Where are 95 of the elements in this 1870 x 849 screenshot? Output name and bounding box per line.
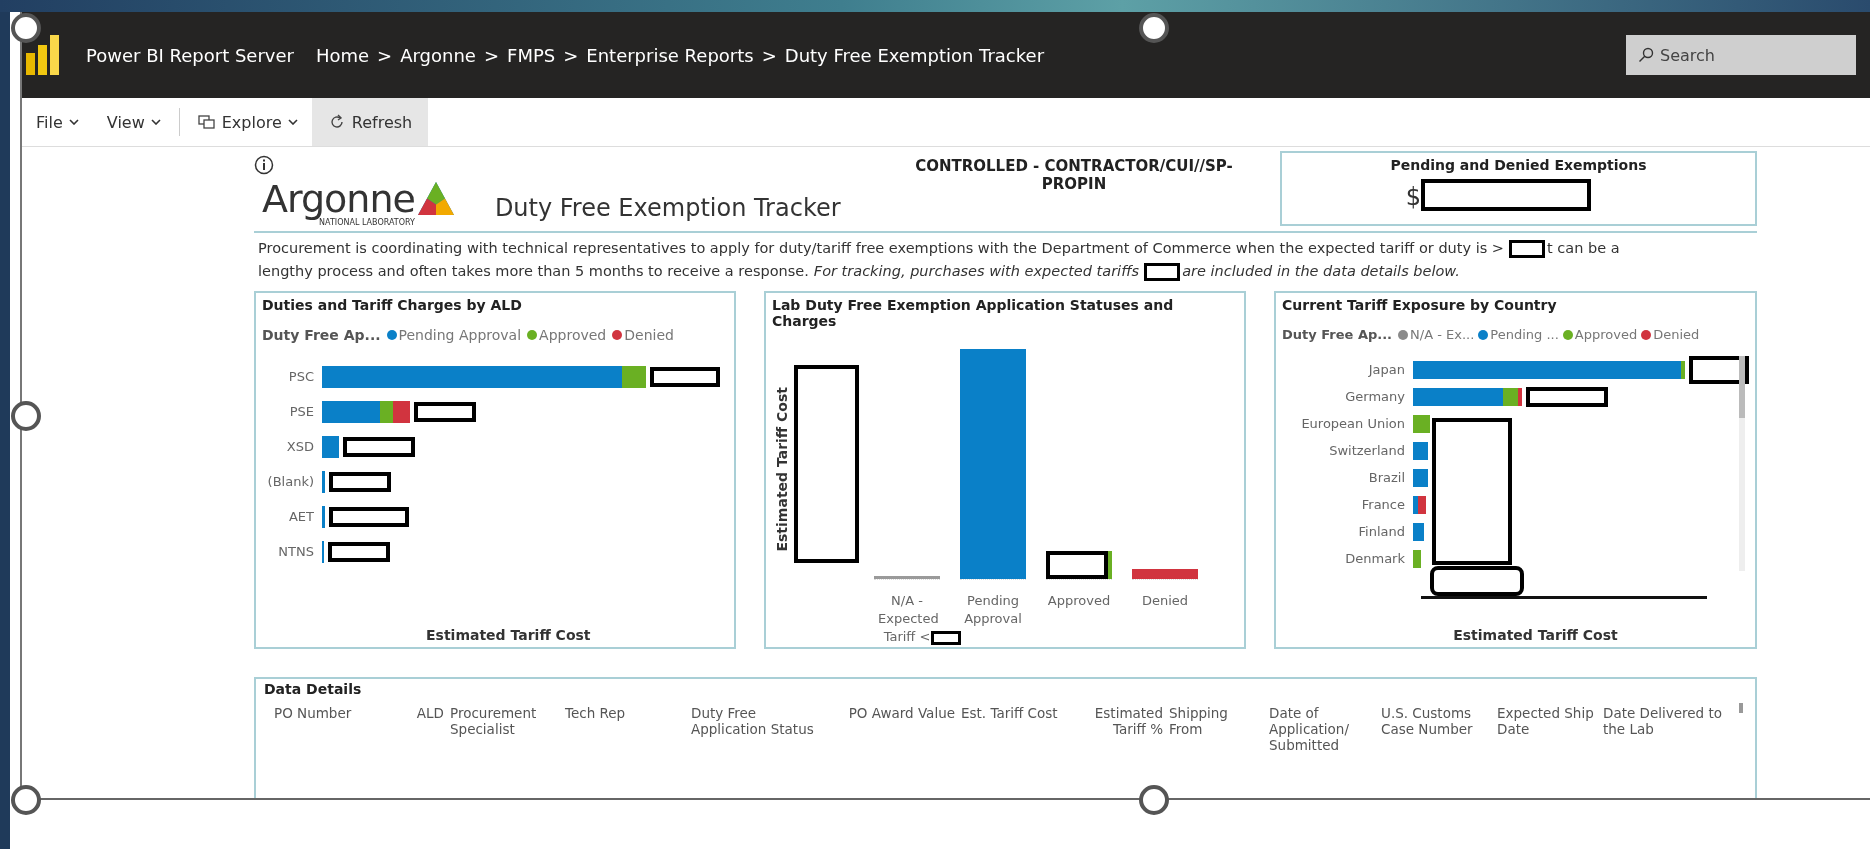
breadcrumb-separator: >: [563, 44, 579, 66]
category-label: European Union: [1300, 416, 1405, 431]
category-label: PSC: [287, 369, 314, 384]
description-text: Procurement is coordinating with technical representatives to apply for duty/tariff free exemptions with the Department of Commerce when the expected tariff or duty is >: [258, 239, 1504, 258]
category-label: N/A - Expected Tariff <: [878, 592, 936, 646]
category-label: Brazil: [1367, 470, 1405, 485]
breadcrumb-link[interactable]: Enterprise Reports: [586, 44, 754, 66]
category-label: PSE: [288, 404, 314, 419]
legend-label: Denied: [1653, 327, 1700, 342]
column-header[interactable]: Duty Free Application Status: [691, 705, 831, 753]
axis-title: Estimated Tariff Cost: [774, 387, 790, 552]
breadcrumb-link[interactable]: Home: [315, 44, 370, 66]
report-title: Duty Free Exemption Tracker: [494, 194, 841, 222]
axis-title: Estimated Tariff Cost: [425, 627, 592, 643]
category-label: Pending Approval: [963, 592, 1023, 628]
bar-segment: [393, 400, 410, 423]
scroll-bar[interactable]: [1739, 356, 1745, 571]
kpi-title: Pending and Denied Exemptions: [1390, 157, 1647, 173]
description-text: lengthy process and often takes more than 5 months to receive a response.: [258, 262, 809, 281]
column-header[interactable]: U.S. Customs Case Number: [1381, 705, 1497, 753]
app-name[interactable]: Power BI Report Server: [86, 44, 294, 66]
category-label: (Blank): [266, 474, 314, 489]
bar-segment: [1413, 414, 1430, 433]
caret-icon: [287, 119, 298, 125]
column-header[interactable]: Date Delivered to the Lab: [1603, 705, 1753, 753]
bar-segment: [322, 435, 339, 458]
chart-title: Duties and Tariff Charges by ALD: [262, 297, 523, 313]
category-label: AET: [287, 509, 314, 524]
column-header[interactable]: Estimated Tariff %: [1079, 705, 1169, 753]
bar-segment: [1413, 468, 1428, 487]
column-header[interactable]: Date of Application/ Submitted: [1269, 705, 1381, 753]
category-label: Approved: [1046, 592, 1112, 610]
logo-wordmark: Argonne: [262, 179, 415, 219]
legend-label: Approved: [1574, 327, 1638, 342]
chart-title: Current Tariff Exposure by Country: [1282, 297, 1558, 313]
refresh-button[interactable]: Refresh: [311, 98, 429, 146]
caret-icon: [68, 119, 79, 125]
legend-label: N/A - Ex...: [1410, 327, 1475, 342]
category-label: NTNS: [277, 544, 314, 559]
column-header[interactable]: Est. Tariff Cost: [961, 705, 1079, 753]
category-label: France: [1360, 497, 1405, 512]
table-title: Data Details: [264, 681, 363, 697]
category-label: Japan: [1367, 362, 1405, 377]
legend-title: Duty Free Ap...: [1282, 327, 1393, 342]
kpi-value: $: [1405, 183, 1422, 211]
column-header[interactable]: Tech Rep: [565, 705, 691, 753]
category-label: Germany: [1344, 389, 1405, 404]
column-header[interactable]: Expected Ship Date: [1497, 705, 1603, 753]
category-label: Denmark: [1344, 551, 1405, 566]
column-header[interactable]: Shipping From: [1169, 705, 1269, 753]
legend-label: Approved: [539, 327, 607, 343]
legend-title: Duty Free Ap...: [262, 327, 381, 343]
column-header[interactable]: Procurement Specialist: [450, 705, 565, 753]
legend-label: Pending ...: [1490, 327, 1559, 342]
bar-segment: [322, 505, 325, 528]
category-label: Switzerland: [1328, 443, 1405, 458]
classification-label: CONTROLLED - CONTRACTOR/CUI//SP-PROPIN: [914, 157, 1234, 193]
column-header[interactable]: PO Award Value: [831, 705, 961, 753]
scroll-thumb[interactable]: [1739, 356, 1745, 418]
redaction-box: [1144, 262, 1181, 281]
search-icon: [1638, 47, 1654, 63]
description-text: t can be a: [1547, 239, 1620, 258]
menu-button[interactable]: File: [22, 98, 93, 146]
bar-segment: [1413, 549, 1421, 568]
breadcrumb-current: Duty Free Exemption Tracker: [784, 44, 1045, 66]
chart-title: Lab Duty Free Exemption Application Statuses and Charges: [772, 297, 1175, 329]
legend-label: Denied: [624, 327, 674, 343]
breadcrumb-link[interactable]: Argonne: [400, 44, 476, 66]
menu-button[interactable]: View: [92, 98, 175, 146]
legend-label: Pending Approval: [398, 327, 522, 343]
axis-title: Estimated Tariff Cost: [1452, 627, 1619, 643]
category-label: XSD: [285, 439, 314, 454]
scroll-bar[interactable]: [1739, 703, 1743, 713]
breadcrumb-link[interactable]: FMPS: [507, 44, 556, 66]
caret-icon: [150, 119, 161, 125]
explore-icon: [197, 114, 216, 130]
breadcrumb-separator: >: [377, 44, 393, 66]
redaction-box: [1509, 239, 1545, 258]
bar-segment: [1413, 441, 1428, 460]
column-header[interactable]: ALD: [404, 705, 450, 753]
category-label: Finland: [1357, 524, 1405, 539]
category-label: Denied: [1140, 592, 1190, 610]
logo-subtitle: NATIONAL LABORATORY: [319, 218, 415, 227]
bar-segment: [1413, 522, 1424, 541]
breadcrumb-separator: >: [761, 44, 777, 66]
breadcrumb-separator: >: [483, 44, 500, 66]
bar-segment: [322, 470, 325, 493]
triangle-logo-icon: [416, 181, 455, 217]
search-field[interactable]: Search: [1626, 35, 1856, 75]
column-header[interactable]: PO Number: [274, 705, 404, 753]
menu-button[interactable]: Explore: [183, 98, 312, 146]
info-icon: [254, 155, 274, 175]
description-text: are included in the data details below.: [1182, 262, 1460, 281]
description-text: For tracking, purchases with expected tariffs: [813, 262, 1140, 281]
app-logo-icon: [26, 35, 60, 75]
